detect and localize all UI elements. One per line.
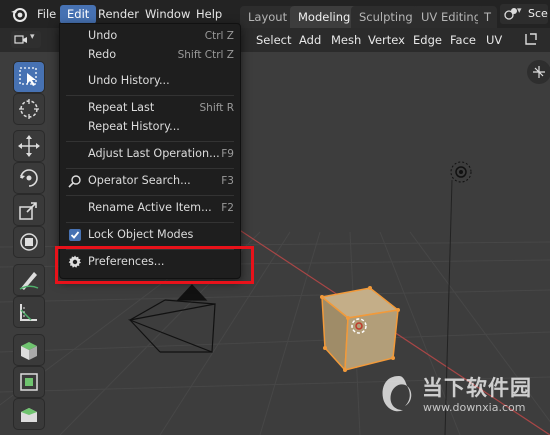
menu-item-repeat-last[interactable]: Repeat Last Shift R: [60, 98, 240, 118]
select-box-icon: [19, 67, 37, 86]
editor-type-button[interactable]: ▾: [11, 31, 41, 48]
pivot-icon[interactable]: [522, 30, 540, 48]
menu-item-undo[interactable]: Undo Ctrl Z: [60, 26, 240, 46]
camera-object: [127, 284, 216, 353]
menu-file[interactable]: File: [30, 5, 63, 24]
rotate-icon: [20, 169, 38, 187]
measure-icon: [20, 304, 37, 321]
search-icon: [68, 175, 81, 188]
menu-item-label: Repeat Last: [88, 101, 155, 114]
cursor-icon: [19, 99, 39, 119]
transform-icon: [20, 233, 38, 251]
edit-menu-dropdown: Undo Ctrl Z Redo Shift Ctrl Z Undo Histo…: [59, 23, 241, 279]
chevron-down-icon: ▾: [30, 32, 35, 42]
header-uv[interactable]: UV: [486, 32, 502, 48]
grid-view-icon: [533, 66, 545, 78]
menu-item-undo-history[interactable]: Undo History...: [60, 71, 240, 91]
menu-separator: [66, 222, 234, 223]
menu-item-label: Lock Object Modes: [88, 228, 194, 241]
tool-measure[interactable]: [14, 297, 44, 327]
tool-shelf: [10, 58, 50, 435]
tab-more[interactable]: T: [478, 6, 498, 28]
tool-extrude[interactable]: [14, 367, 44, 397]
menu-separator: [66, 195, 234, 196]
chevron-down-icon: ▾: [517, 6, 522, 16]
menu-item-shortcut: F2: [221, 202, 234, 214]
checkbox-checked-icon[interactable]: [68, 228, 82, 242]
menu-item-shortcut: Shift R: [199, 102, 235, 114]
tab-layout[interactable]: Layout: [240, 6, 296, 28]
menu-item-label: Operator Search...: [88, 174, 191, 187]
menu-help[interactable]: Help: [189, 5, 229, 24]
scene-label: Sce: [528, 7, 548, 20]
menu-item-adjust-last[interactable]: Adjust Last Operation... F9: [60, 144, 240, 164]
tab-sculpting[interactable]: Sculpting: [351, 6, 421, 28]
menu-item-redo[interactable]: Redo Shift Ctrl Z: [60, 45, 240, 65]
menu-item-shortcut: Ctrl Z: [204, 30, 234, 42]
menu-item-label: Rename Active Item...: [88, 201, 212, 214]
menu-item-shortcut: Shift Ctrl Z: [177, 49, 234, 61]
header-select[interactable]: Select: [256, 32, 291, 48]
header-add[interactable]: Add: [299, 32, 321, 48]
light-object: [450, 161, 472, 183]
annotate-icon: [19, 272, 39, 290]
menu-separator: [66, 168, 234, 169]
tool-annotate[interactable]: [14, 265, 44, 295]
menu-item-shortcut: F9: [221, 148, 234, 160]
header-face[interactable]: Face: [450, 32, 476, 48]
extrude-icon: [20, 373, 38, 391]
cube-object: [320, 286, 400, 372]
menu-item-rename-active[interactable]: Rename Active Item... F2: [60, 198, 240, 218]
menu-item-shortcut: F3: [221, 175, 234, 187]
tool-rotate[interactable]: [14, 163, 44, 193]
menu-separator: [66, 141, 234, 142]
tool-select-box[interactable]: [14, 62, 44, 92]
tool-scale[interactable]: [14, 195, 44, 225]
menu-item-label: Undo: [88, 29, 118, 42]
tool-add-cube[interactable]: [14, 335, 44, 365]
inset-icon: [21, 408, 37, 422]
menu-item-label: Repeat History...: [88, 120, 180, 133]
watermark-logo-icon: [382, 376, 412, 412]
view-toggle-button[interactable]: [527, 60, 550, 84]
scale-icon: [19, 202, 37, 220]
menu-item-label: Adjust Last Operation...: [88, 147, 220, 160]
header-vertex[interactable]: Vertex: [368, 32, 405, 48]
menu-item-lock-object-modes[interactable]: Lock Object Modes: [60, 225, 240, 245]
move-icon: [18, 135, 40, 157]
tool-cursor[interactable]: [14, 94, 44, 124]
highlight-annotation-box: [55, 246, 254, 284]
menu-item-label: Undo History...: [88, 74, 170, 87]
menu-item-repeat-history[interactable]: Repeat History...: [60, 117, 240, 137]
tab-modeling[interactable]: Modeling: [290, 6, 359, 28]
header-edge[interactable]: Edge: [413, 32, 442, 48]
editor-type-icon: [14, 35, 27, 44]
watermark-url: www.downxia.com: [423, 401, 526, 414]
tool-move[interactable]: [14, 131, 44, 161]
menu-item-label: Redo: [88, 48, 117, 61]
menu-separator: [66, 95, 234, 96]
menu-item-operator-search[interactable]: Operator Search... F3: [60, 171, 240, 191]
header-mesh[interactable]: Mesh: [331, 32, 361, 48]
scene-selector[interactable]: ▾ Sce: [500, 4, 548, 24]
tool-transform[interactable]: [14, 227, 44, 257]
cube-add-icon: [21, 342, 37, 360]
watermark-title: 当下软件园: [422, 376, 532, 400]
tool-inset[interactable]: [14, 399, 44, 429]
blender-logo-icon[interactable]: [9, 5, 29, 23]
